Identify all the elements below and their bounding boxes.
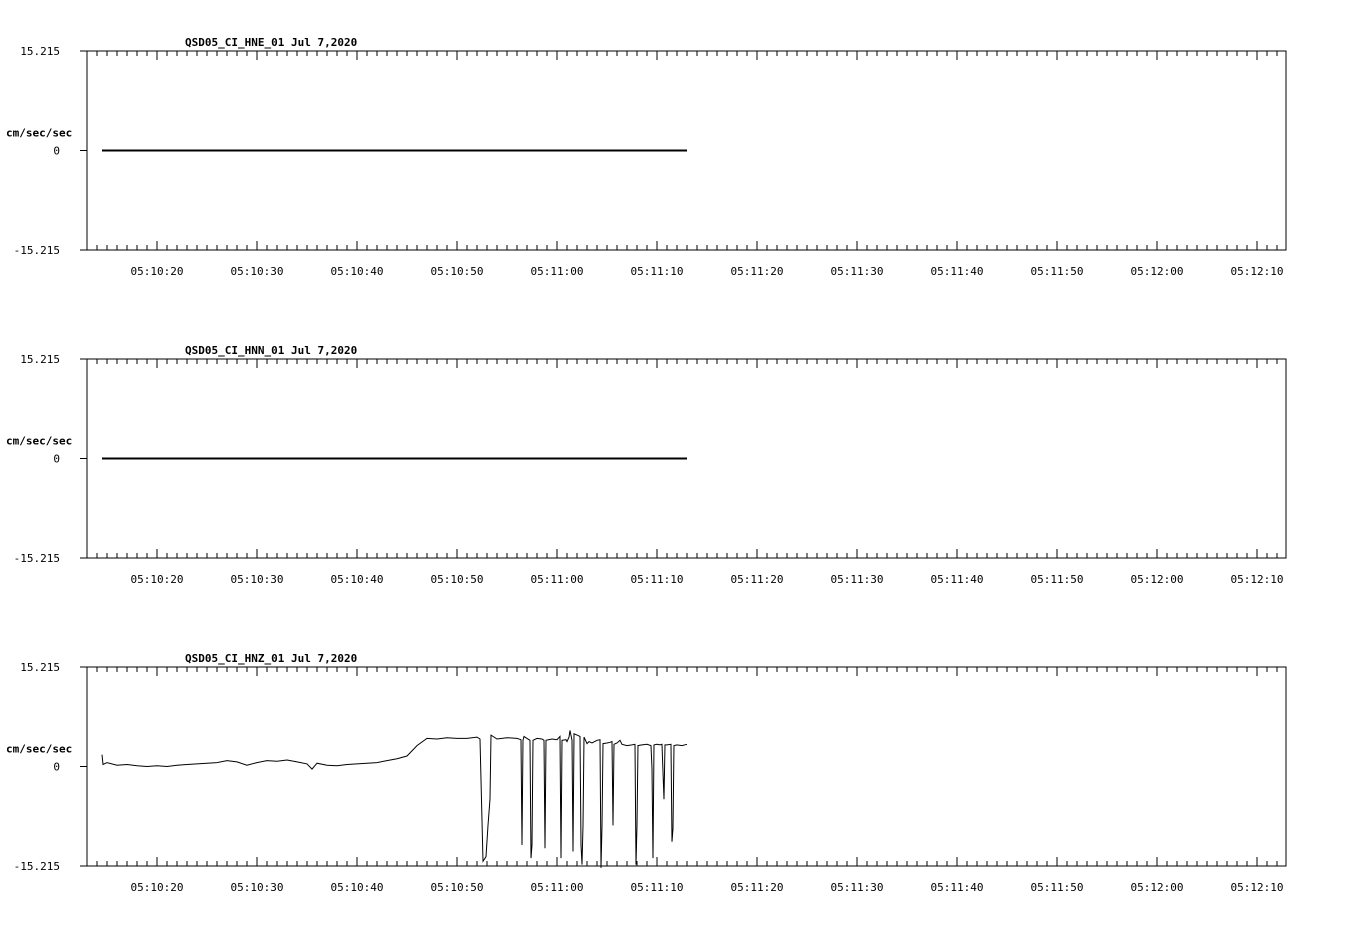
x-tick-label: 05:10:40 <box>331 881 384 894</box>
x-tick-label: 05:11:50 <box>1031 265 1084 278</box>
y-axis-label: cm/sec/sec <box>6 743 72 756</box>
x-tick-label: 05:10:40 <box>331 265 384 278</box>
x-tick-label: 05:11:40 <box>931 265 984 278</box>
x-tick-label: 05:11:00 <box>531 573 584 586</box>
y-tick-label: 15.215 <box>20 45 60 58</box>
x-tick-label: 05:10:30 <box>231 881 284 894</box>
x-tick-label: 05:11:50 <box>1031 881 1084 894</box>
x-tick-label: 05:11:10 <box>631 881 684 894</box>
seismogram-chart: QSD05_CI_HNE_01 Jul 7,2020 15.215 0 -15.215… <box>6 36 1287 894</box>
x-tick-label: 05:11:50 <box>1031 573 1084 586</box>
y-tick-label: 15.215 <box>20 661 60 674</box>
x-tick-label: 05:11:30 <box>831 881 884 894</box>
x-tick-label: 05:10:20 <box>131 881 184 894</box>
x-tick-label: 05:11:00 <box>531 265 584 278</box>
y-tick-label: 15.215 <box>20 353 60 366</box>
x-tick-label: 05:11:20 <box>731 265 784 278</box>
x-tick-label: 05:10:40 <box>331 573 384 586</box>
x-tick-label: 05:10:50 <box>431 881 484 894</box>
x-tick-label: 05:11:00 <box>531 881 584 894</box>
x-tick-label: 05:11:30 <box>831 265 884 278</box>
x-tick-label: 05:10:50 <box>431 573 484 586</box>
x-tick-label: 05:11:20 <box>731 881 784 894</box>
y-tick-label: -15.215 <box>14 860 60 873</box>
x-tick-label: 05:10:50 <box>431 265 484 278</box>
x-tick-label: 05:11:10 <box>631 573 684 586</box>
x-tick-label: 05:10:20 <box>131 265 184 278</box>
x-tick-label: 05:11:40 <box>931 881 984 894</box>
x-tick-label: 05:12:00 <box>1131 881 1184 894</box>
x-tick-label: 05:11:10 <box>631 265 684 278</box>
x-tick-label: 05:12:10 <box>1231 881 1284 894</box>
x-tick-label: 05:10:30 <box>231 573 284 586</box>
y-tick-label: 0 <box>53 761 60 774</box>
x-tick-label: 05:11:20 <box>731 573 784 586</box>
x-tick-label: 05:12:10 <box>1231 265 1284 278</box>
waveform-line <box>101 730 688 868</box>
x-tick-label: 05:10:20 <box>131 573 184 586</box>
x-tick-label: 05:12:10 <box>1231 573 1284 586</box>
x-tick-label: 05:11:40 <box>931 573 984 586</box>
y-tick-label: 0 <box>53 145 60 158</box>
x-tick-label: 05:10:30 <box>231 265 284 278</box>
y-axis-label: cm/sec/sec <box>6 127 72 140</box>
panel-title: QSD05_CI_HNE_01 Jul 7,2020 <box>185 36 357 49</box>
plot-frame <box>86 666 1287 867</box>
panel-title: QSD05_CI_HNN_01 Jul 7,2020 <box>185 344 357 357</box>
y-tick-label: -15.215 <box>14 552 60 565</box>
panel-title: QSD05_CI_HNZ_01 Jul 7,2020 <box>185 652 357 665</box>
y-axis-label: cm/sec/sec <box>6 435 72 448</box>
y-tick-label: -15.215 <box>14 244 60 257</box>
x-tick-label: 05:11:30 <box>831 573 884 586</box>
y-tick-label: 0 <box>53 453 60 466</box>
x-tick-label: 05:12:00 <box>1131 265 1184 278</box>
x-tick-label: 05:12:00 <box>1131 573 1184 586</box>
